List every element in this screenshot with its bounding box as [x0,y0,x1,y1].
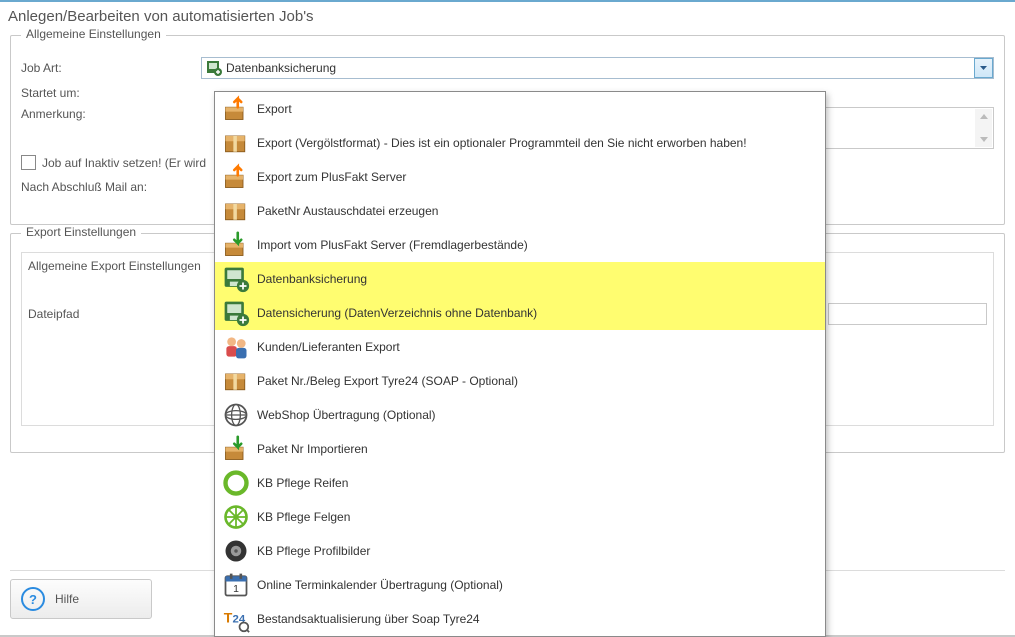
db-save-icon [221,298,251,328]
dropdown-item[interactable]: KB Pflege Profilbilder [215,534,825,568]
t24-icon: T24 [221,604,251,634]
dropdown-item-label: KB Pflege Felgen [257,510,350,524]
label-filepath: Dateipfad [28,307,198,321]
dropdown-item-label: KB Pflege Profilbilder [257,544,370,558]
chevron-down-icon[interactable] [974,58,993,78]
anmerkung-textarea[interactable] [821,107,994,149]
dropdown-item[interactable]: Export [215,92,825,126]
dropdown-item-label: Datenbanksicherung [257,272,367,286]
box-up-orange-icon [221,162,251,192]
dropdown-item[interactable]: Datensicherung (DatenVerzeichnis ohne Da… [215,296,825,330]
group-legend-export: Export Einstellungen [21,225,141,239]
help-icon: ? [21,587,45,611]
dropdown-item[interactable]: Kunden/Lieferanten Export [215,330,825,364]
box-closed-icon [221,196,251,226]
dropdown-item[interactable]: Paket Nr Importieren [215,432,825,466]
textarea-scrollbar[interactable] [975,109,992,147]
dropdown-item[interactable]: Datenbanksicherung [215,262,825,296]
dropdown-item-label: Export zum PlusFakt Server [257,170,406,184]
box-down-green-icon [221,434,251,464]
dropdown-item-label: WebShop Übertragung (Optional) [257,408,436,422]
box-up-orange-icon [221,94,251,124]
calendar-icon: 1 [221,570,251,600]
db-save-icon [221,264,251,294]
dropdown-item[interactable]: WebShop Übertragung (Optional) [215,398,825,432]
job-art-combobox[interactable]: Datenbanksicherung [201,57,994,79]
label-mail: Nach Abschluß Mail an: [21,180,147,194]
dropdown-item[interactable]: 1 Online Terminkalender Übertragung (Opti… [215,568,825,602]
group-legend-general: Allgemeine Einstellungen [21,27,166,41]
dropdown-item-label: Import vom PlusFakt Server (Fremdlagerbe… [257,238,528,252]
checkbox-icon[interactable] [21,155,36,170]
wheel-green-icon [221,502,251,532]
dropdown-item-label: KB Pflege Reifen [257,476,348,490]
tire-black-icon [221,536,251,566]
svg-text:24: 24 [233,614,246,626]
filepath-input[interactable] [828,303,987,325]
dropdown-item[interactable]: Import vom PlusFakt Server (Fremdlagerbe… [215,228,825,262]
help-button[interactable]: ? Hilfe [10,579,152,619]
dropdown-item[interactable]: PaketNr Austauschdatei erzeugen [215,194,825,228]
label-anmerkung: Anmerkung: [21,107,201,121]
job-art-value: Datenbanksicherung [226,61,974,75]
box-closed-icon [221,128,251,158]
scroll-down-icon[interactable] [976,132,991,147]
dropdown-item[interactable]: KB Pflege Reifen [215,466,825,500]
inactive-checkbox-label: Job auf Inaktiv setzen! (Er wird [42,156,206,170]
dropdown-item-label: Export [257,102,292,116]
box-closed-icon [221,366,251,396]
dropdown-item-label: PaketNr Austauschdatei erzeugen [257,204,438,218]
dropdown-item-label: Paket Nr./Beleg Export Tyre24 (SOAP - Op… [257,374,518,388]
dropdown-item[interactable]: T24 Bestandsaktualisierung über Soap Tyre… [215,602,825,636]
job-art-dropdown-list[interactable]: Export Export (Vergölstformat) - Dies ist… [214,91,826,637]
svg-text:T: T [224,610,233,626]
dropdown-item-label: Paket Nr Importieren [257,442,368,456]
dropdown-item[interactable]: KB Pflege Felgen [215,500,825,534]
dropdown-item-label: Bestandsaktualisierung über Soap Tyre24 [257,612,480,626]
db-save-icon [206,60,222,76]
dropdown-item-label: Online Terminkalender Übertragung (Optio… [257,578,503,592]
help-button-label: Hilfe [55,592,79,606]
box-down-green-icon [221,230,251,260]
svg-text:1: 1 [233,583,239,595]
ring-green-icon [221,468,251,498]
label-startet: Startet um: [21,86,201,100]
scroll-up-icon[interactable] [976,109,991,124]
dropdown-item[interactable]: Export (Vergölstformat) - Dies ist ein o… [215,126,825,160]
people-icon [221,332,251,362]
dropdown-item-label: Datensicherung (DatenVerzeichnis ohne Da… [257,306,537,320]
dropdown-item-label: Export (Vergölstformat) - Dies ist ein o… [257,136,747,150]
dropdown-item[interactable]: Export zum PlusFakt Server [215,160,825,194]
dropdown-item[interactable]: Paket Nr./Beleg Export Tyre24 (SOAP - Op… [215,364,825,398]
label-job-art: Job Art: [21,61,201,75]
globe-icon [221,400,251,430]
dropdown-item-label: Kunden/Lieferanten Export [257,340,400,354]
